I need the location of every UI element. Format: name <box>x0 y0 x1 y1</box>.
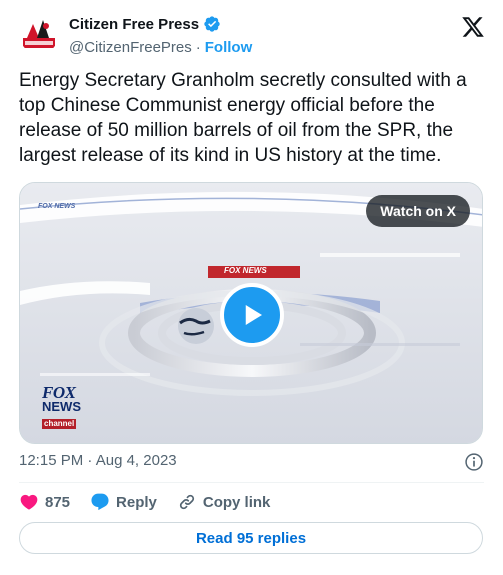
avatar[interactable] <box>19 14 59 54</box>
tweet-text: Energy Secretary Granholm secretly consu… <box>19 70 467 166</box>
reply-bubble-icon <box>91 493 109 511</box>
follow-button[interactable]: Follow <box>205 39 253 56</box>
fox-logo-line3: channel <box>42 419 77 429</box>
date: Aug 4, 2023 <box>95 452 177 469</box>
handle[interactable]: @CitizenFreePres <box>69 39 192 56</box>
fox-news-logo: FOX NEWS channel <box>42 383 88 432</box>
info-icon[interactable] <box>464 452 484 472</box>
ticker-label: FOX NEWS <box>38 203 76 210</box>
copy-link-button[interactable]: Copy link <box>177 492 271 512</box>
reply-button[interactable]: Reply <box>90 492 157 512</box>
copy-link-label: Copy link <box>202 493 271 511</box>
separator: · <box>87 452 93 469</box>
tweet-header: Citizen Free Press @CitizenFreePres · Fo… <box>19 12 489 60</box>
banner-label: FOX NEWS <box>224 266 267 275</box>
like-button[interactable]: 875 <box>19 492 70 512</box>
video-media[interactable]: FOX NEWS FOX NEWS Watch on X FOX NEWS ch… <box>19 182 483 444</box>
verified-badge-icon <box>203 15 221 33</box>
read-replies-button[interactable]: Read 95 replies <box>19 522 483 554</box>
like-count: 875 <box>45 493 71 511</box>
action-bar: 875 Reply Copy link <box>19 490 290 514</box>
fox-logo-line1: FOX <box>42 383 76 402</box>
reply-label: Reply <box>116 493 157 511</box>
divider <box>19 482 484 483</box>
separator: · <box>195 39 201 56</box>
play-button[interactable] <box>220 283 284 347</box>
name-row: Citizen Free Press <box>69 15 221 33</box>
display-name[interactable]: Citizen Free Press <box>69 16 199 33</box>
time: 12:15 PM <box>19 452 84 469</box>
x-logo-icon[interactable] <box>461 15 485 39</box>
timestamp[interactable]: 12:15 PM · Aug 4, 2023 <box>19 452 177 469</box>
fox-logo-line2: NEWS <box>42 399 81 414</box>
play-icon <box>245 305 262 325</box>
link-icon <box>179 494 194 510</box>
heart-icon <box>20 494 38 510</box>
handle-row: @CitizenFreePres · Follow <box>69 39 252 56</box>
tweet-card: Citizen Free Press @CitizenFreePres · Fo… <box>0 0 503 575</box>
watch-on-x-button[interactable]: Watch on X <box>366 195 470 227</box>
